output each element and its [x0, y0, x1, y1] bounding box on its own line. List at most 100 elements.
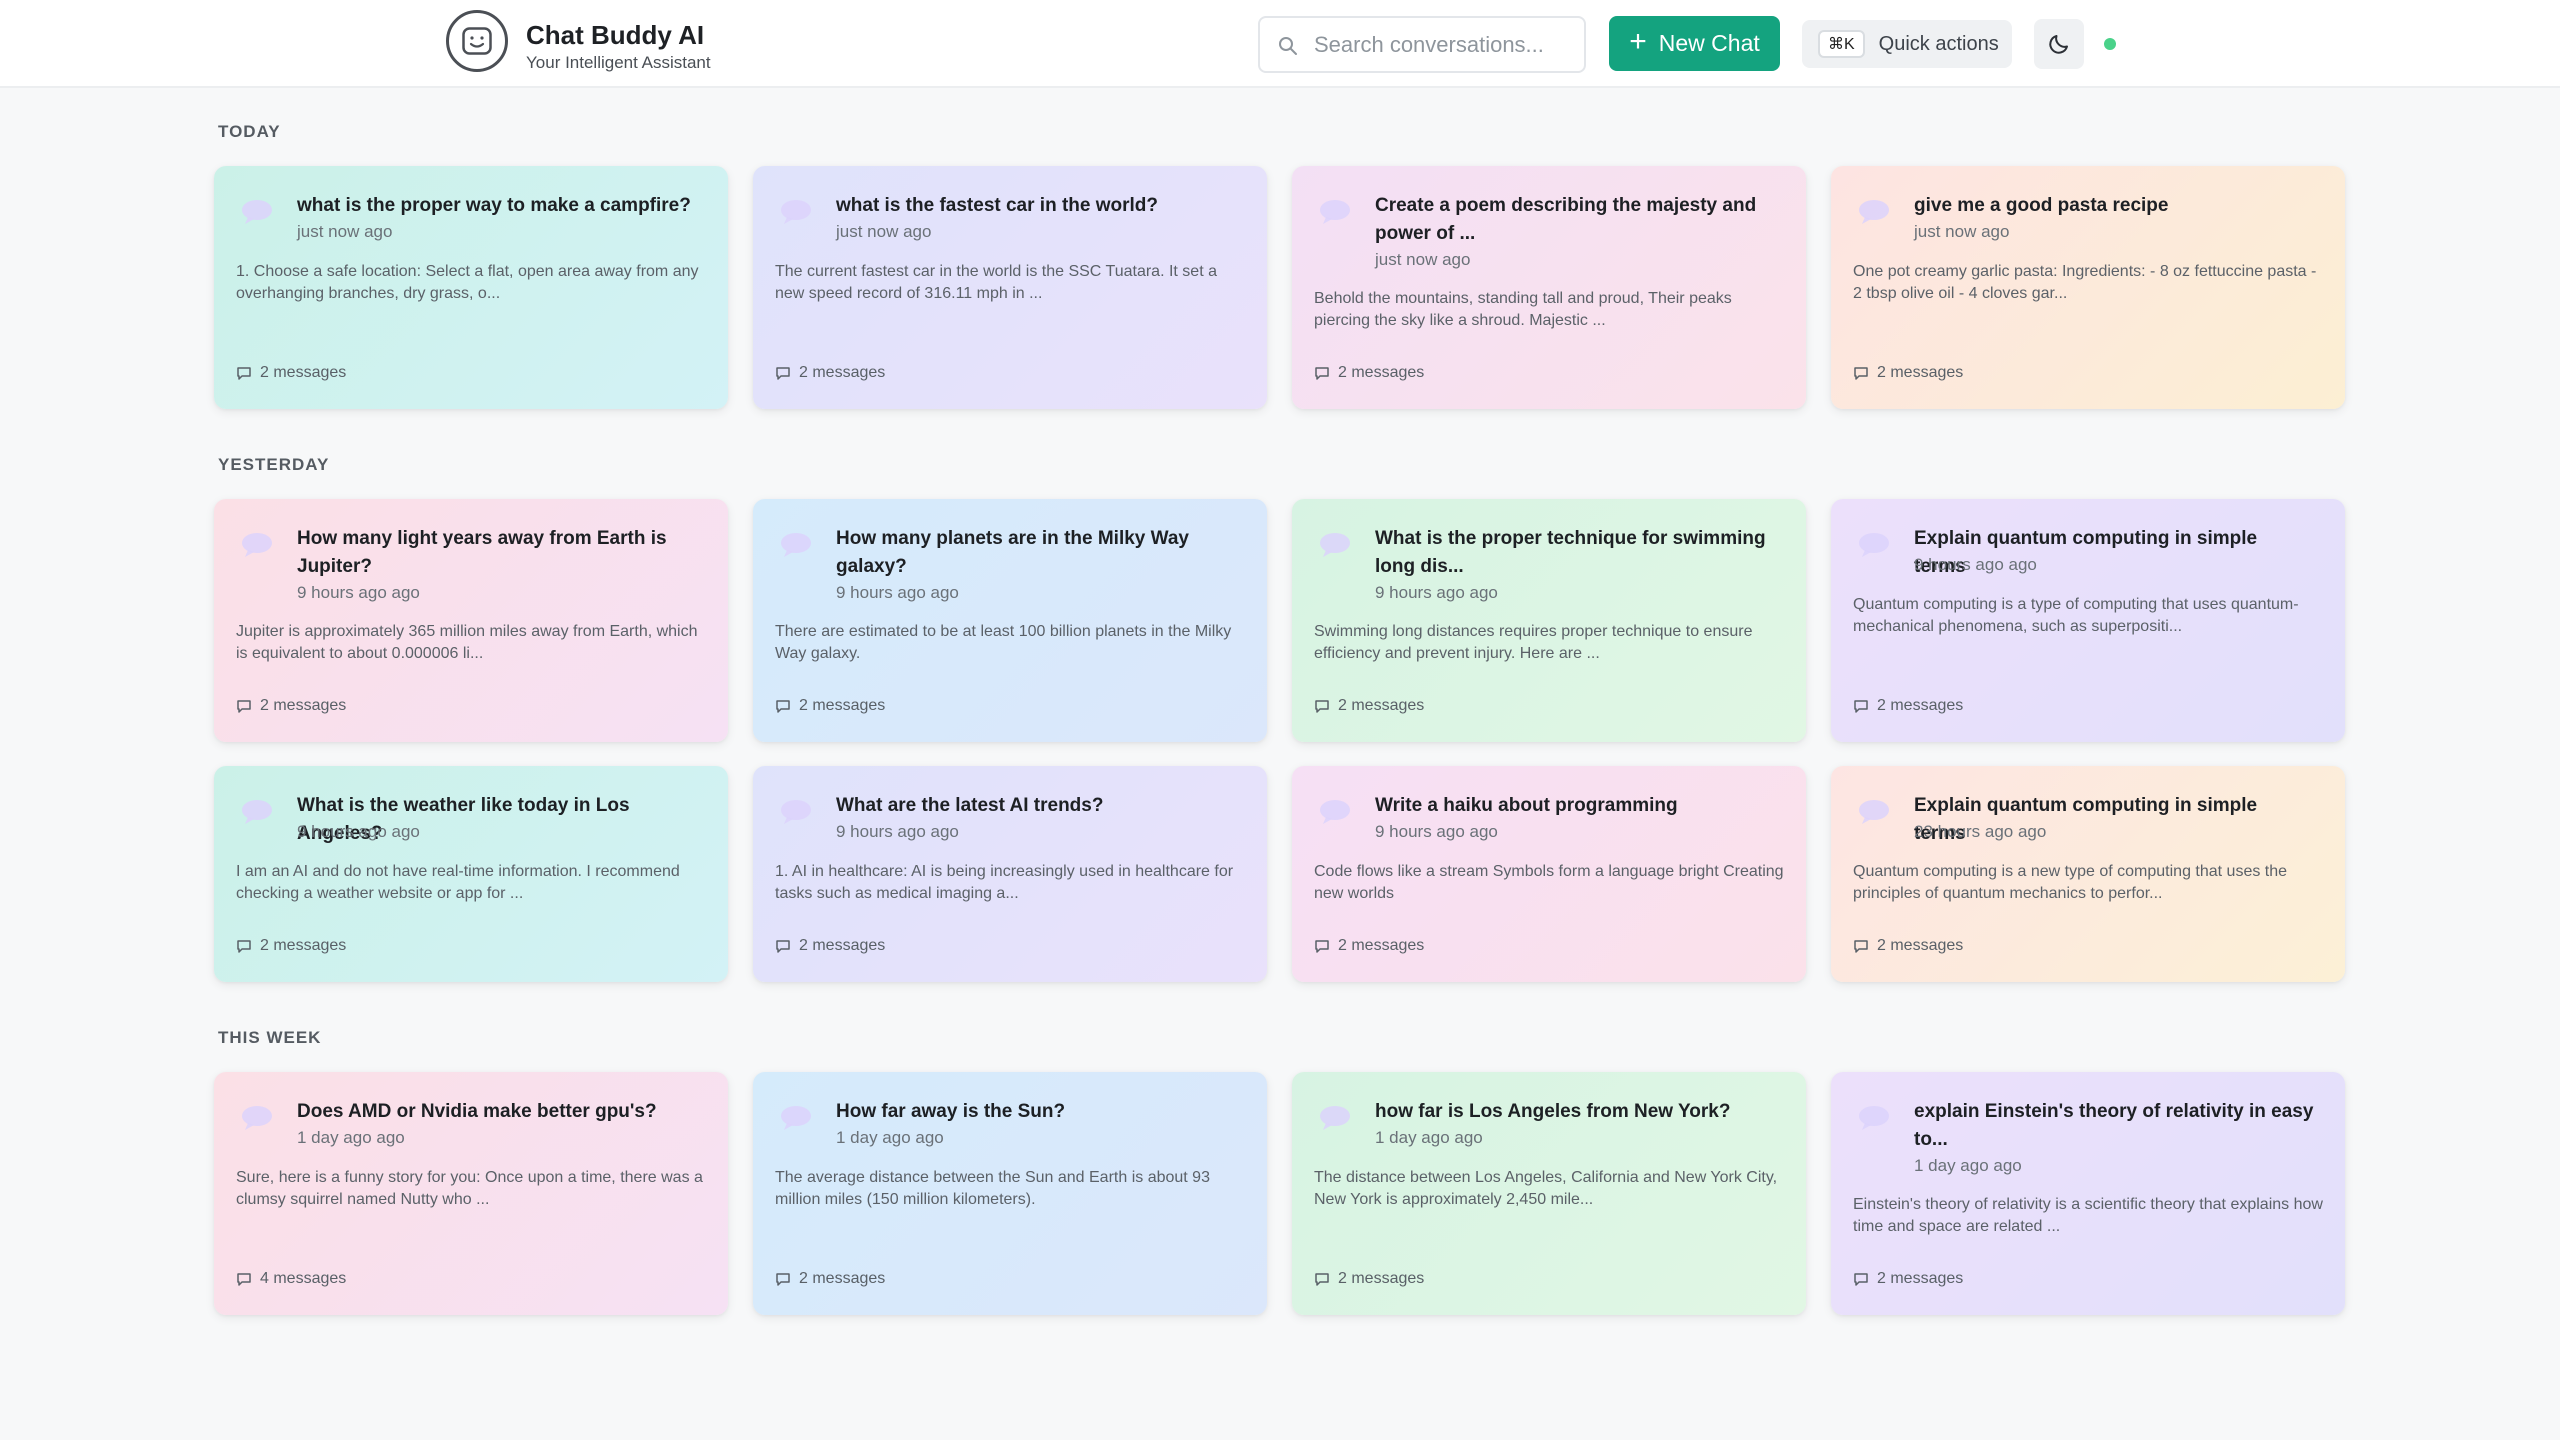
- card-timestamp: 9 hours ago ago: [297, 583, 420, 602]
- card-title: explain Einstein's theory of relativity …: [1914, 1101, 2314, 1150]
- card-preview: There are estimated to be at least 100 b…: [775, 623, 1232, 662]
- message-icon: [237, 366, 251, 380]
- card-preview: Sure, here is a funny story for you: Onc…: [236, 1169, 703, 1208]
- card-preview: Behold the mountains, standing tall and …: [1314, 290, 1732, 329]
- conversation-card[interactable]: Does AMD or Nvidia make better gpu's? 1 …: [214, 1072, 728, 1315]
- search-input[interactable]: [1314, 30, 1574, 60]
- card-timestamp: 1 day ago ago: [836, 1128, 944, 1147]
- conversation-card[interactable]: How far away is the Sun? 1 day ago ago T…: [753, 1072, 1267, 1315]
- chat-bubble-icon: [1859, 1106, 1889, 1130]
- chat-bubble-icon: [1320, 533, 1350, 557]
- card-timestamp: 23 hours ago ago: [1914, 822, 2047, 841]
- message-icon: [1315, 939, 1329, 953]
- card-preview: Swimming long distances requires proper …: [1314, 623, 1753, 662]
- section-label-today: TODAY: [218, 122, 281, 141]
- chat-bubble-icon: [1320, 800, 1350, 824]
- card-preview: The current fastest car in the world is …: [775, 263, 1217, 302]
- message-icon: [237, 699, 251, 713]
- conversation-card[interactable]: How many light years away from Earth is …: [214, 499, 728, 742]
- message-count: 2 messages: [1314, 1270, 1424, 1288]
- card-timestamp: just now ago: [1914, 222, 2010, 241]
- card-preview: The average distance between the Sun and…: [775, 1169, 1210, 1208]
- brand-subtitle: Your Intelligent Assistant: [526, 53, 711, 72]
- card-title: Does AMD or Nvidia make better gpu's?: [297, 1101, 657, 1122]
- message-count: 2 messages: [775, 364, 885, 382]
- message-count: 2 messages: [236, 364, 346, 382]
- app-header: Chat Buddy AI Your Intelligent Assistant…: [0, 0, 2560, 88]
- card-preview: Quantum computing is a type of computing…: [1853, 596, 2299, 635]
- theme-toggle-button[interactable]: [2034, 19, 2084, 69]
- card-title: How many light years away from Earth is …: [297, 528, 667, 577]
- card-timestamp: 9 hours ago ago: [1914, 555, 2037, 574]
- message-count: 2 messages: [1314, 364, 1424, 382]
- brand-title: Chat Buddy AI: [526, 20, 705, 50]
- card-title: What is the proper technique for swimmin…: [1375, 528, 1766, 577]
- conversation-card[interactable]: What is the weather like today in Los An…: [214, 766, 728, 982]
- conversation-card[interactable]: what is the proper way to make a campfir…: [214, 166, 728, 409]
- message-icon: [1854, 699, 1868, 713]
- chat-bubble-icon: [1859, 800, 1889, 824]
- chat-bubble-icon: [781, 1106, 811, 1130]
- card-timestamp: 1 day ago ago: [297, 1128, 405, 1147]
- moon-icon: [2049, 35, 2068, 54]
- message-count: 2 messages: [775, 937, 885, 955]
- chat-bubble-icon: [242, 533, 272, 557]
- message-icon: [237, 1272, 251, 1286]
- card-title: How many planets are in the Milky Way ga…: [836, 528, 1190, 577]
- section-label-this-week: THIS WEEK: [218, 1028, 322, 1047]
- card-timestamp: 1 day ago ago: [1375, 1128, 1483, 1147]
- card-preview: Jupiter is approximately 365 million mil…: [236, 623, 698, 662]
- command-k-shortcut: ⌘K: [1818, 30, 1865, 58]
- message-count: 2 messages: [1314, 697, 1424, 715]
- new-chat-button[interactable]: + New Chat: [1609, 16, 1780, 71]
- message-icon: [776, 939, 790, 953]
- chat-bubble-icon: [1859, 200, 1889, 224]
- card-timestamp: 9 hours ago ago: [1375, 822, 1498, 841]
- card-title: How far away is the Sun?: [836, 1101, 1066, 1122]
- card-preview: Code flows like a stream Symbols form a …: [1314, 863, 1784, 902]
- message-count: 2 messages: [1853, 364, 1963, 382]
- conversation-card[interactable]: Create a poem describing the majesty and…: [1292, 166, 1806, 409]
- chat-bubble-icon: [1320, 1106, 1350, 1130]
- chat-bubble-icon: [1859, 533, 1889, 557]
- chat-bubble-icon: [1320, 200, 1350, 224]
- conversation-card[interactable]: Explain quantum computing in simple term…: [1831, 499, 2345, 742]
- conversation-card[interactable]: what is the fastest car in the world? ju…: [753, 166, 1267, 409]
- message-icon: [1315, 699, 1329, 713]
- card-title: Create a poem describing the majesty and…: [1375, 195, 1757, 244]
- card-preview: The distance between Los Angeles, Califo…: [1314, 1169, 1778, 1208]
- conversation-card[interactable]: Explain quantum computing in simple term…: [1831, 766, 2345, 982]
- conversation-card[interactable]: How many planets are in the Milky Way ga…: [753, 499, 1267, 742]
- card-timestamp: just now ago: [297, 222, 393, 241]
- card-preview: Quantum computing is a new type of compu…: [1853, 863, 2288, 902]
- chat-bubble-icon: [781, 800, 811, 824]
- quick-actions-button[interactable]: ⌘K Quick actions: [1802, 20, 2012, 68]
- card-timestamp: 9 hours ago ago: [836, 583, 959, 602]
- conversation-card[interactable]: What is the proper technique for swimmin…: [1292, 499, 1806, 742]
- card-timestamp: 1 day ago ago: [1914, 1156, 2022, 1175]
- card-preview: I am an AI and do not have real-time inf…: [236, 863, 680, 902]
- plus-icon: +: [1629, 25, 1647, 58]
- chat-bubble-icon: [781, 200, 811, 224]
- conversation-card[interactable]: What are the latest AI trends? 9 hours a…: [753, 766, 1267, 982]
- card-preview: 1. AI in healthcare: AI is being increas…: [775, 863, 1234, 902]
- message-icon: [776, 699, 790, 713]
- message-icon: [1315, 366, 1329, 380]
- card-title: What are the latest AI trends?: [836, 795, 1104, 816]
- conversation-card[interactable]: how far is Los Angeles from New York? 1 …: [1292, 1072, 1806, 1315]
- message-count: 2 messages: [775, 1270, 885, 1288]
- search-box[interactable]: [1258, 16, 1586, 73]
- card-timestamp: 9 hours ago ago: [1375, 583, 1498, 602]
- message-icon: [1315, 1272, 1329, 1286]
- conversation-card[interactable]: Write a haiku about programming 9 hours …: [1292, 766, 1806, 982]
- new-chat-label: New Chat: [1658, 30, 1760, 56]
- chat-bubble-icon: [242, 200, 272, 224]
- card-title: how far is Los Angeles from New York?: [1375, 1101, 1731, 1122]
- chat-bubble-icon: [242, 1106, 272, 1130]
- conversation-card[interactable]: give me a good pasta recipe just now ago…: [1831, 166, 2345, 409]
- card-timestamp: just now ago: [1375, 250, 1471, 269]
- conversation-card[interactable]: explain Einstein's theory of relativity …: [1831, 1072, 2345, 1315]
- message-icon: [776, 1272, 790, 1286]
- message-icon: [776, 366, 790, 380]
- card-timestamp: just now ago: [836, 222, 932, 241]
